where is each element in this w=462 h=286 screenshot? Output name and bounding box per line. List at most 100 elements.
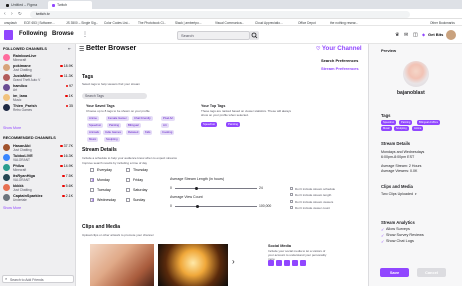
more-icon[interactable]: ⋮ [82, 31, 88, 38]
show-more-recommended-link[interactable]: Show More [3, 206, 21, 210]
get-bits-button[interactable]: Get Bits [428, 32, 443, 37]
channel-item[interactable]: pokimane Just Chatting 18.9K [3, 64, 73, 73]
tag-pill[interactable]: Relaxed [126, 130, 141, 135]
tag-pill[interactable]: Art [161, 123, 169, 128]
nav-following[interactable]: Following [19, 31, 47, 37]
inbox-icon[interactable]: ✉ [404, 32, 408, 38]
tiktok-icon[interactable] [300, 260, 306, 266]
back-icon[interactable]: ‹ [4, 11, 6, 17]
clips-dropdown[interactable]: Two Clips Uploaded ▾ [381, 191, 423, 198]
stream-preferences-link[interactable]: Stream Preferences [321, 66, 359, 71]
tag-pill[interactable]: Anime [87, 116, 99, 121]
channel-item[interactable]: itsRyanHiga VALORANT 7.5K [3, 174, 73, 183]
tag-pill[interactable]: Sculpting [104, 137, 120, 142]
channel-item[interactable]: Philza Minecraft 14.9K [3, 164, 73, 173]
day-checkbox-saturday[interactable] [126, 188, 130, 192]
channel-game: Art [13, 88, 18, 93]
instagram-icon[interactable] [268, 260, 274, 266]
notifications-icon[interactable]: ◫ [413, 32, 418, 38]
channel-item[interactable]: JustaMimi Grand Theft Auto V 11.3K [3, 74, 73, 83]
crown-icon[interactable]: ♛ [395, 32, 399, 38]
reload-icon[interactable]: ↻ [18, 11, 22, 17]
length-slider-track[interactable] [175, 188, 257, 189]
day-checkbox-thursday[interactable] [126, 168, 130, 172]
user-avatar[interactable] [446, 30, 456, 40]
bookmark[interactable]: Color Codes List... [104, 21, 130, 25]
day-checkbox-everyday[interactable] [90, 168, 94, 172]
channel-item[interactable]: RainbowLive Minecraft [3, 54, 73, 63]
top-tag-pill[interactable]: Painting [226, 122, 241, 127]
show-more-followed-link[interactable]: Show More [3, 126, 21, 130]
facebook-icon[interactable] [276, 260, 282, 266]
nav-browse[interactable]: Browse [52, 31, 74, 37]
bookmark[interactable]: unsplash [4, 21, 17, 25]
preview-avg-viewers: Average Viewers: 0.0K [381, 169, 418, 173]
tag-pill[interactable]: Indie Games [103, 130, 123, 135]
channel-item[interactable]: kkkkk Just Chatting 5.6K [3, 184, 73, 193]
tag-pill[interactable]: Female Gamer [106, 116, 129, 121]
tag-pill[interactable]: Painting [107, 123, 122, 128]
day-checkbox-monday[interactable] [90, 178, 94, 184]
cancel-button[interactable]: Cancel [417, 268, 446, 277]
tag-pill[interactable]: Kids [143, 130, 153, 135]
clip-thumbnail[interactable] [90, 244, 154, 286]
search-preferences-link[interactable]: Search Preferences [321, 58, 358, 63]
search-input[interactable]: Search [177, 31, 250, 40]
bookmark[interactable]: Cloud Appreciatio... [255, 21, 283, 25]
channel-item[interactable]: Thien_Parish Retro Games 35 [3, 104, 73, 113]
bookmark[interactable]: JS 3500 – Single Sig... [66, 21, 98, 25]
tag-pill[interactable]: Music [87, 137, 99, 142]
top-tags-help: These tags are ranked based on viewer st… [201, 109, 291, 117]
tag-pill[interactable]: Speedrun [87, 123, 104, 128]
search-button[interactable] [250, 31, 259, 40]
day-checkbox-sunday[interactable] [126, 198, 130, 202]
day-checkbox-tuesday[interactable] [90, 188, 94, 192]
bookmark[interactable]: The Photobook Cl... [138, 21, 166, 25]
bookmark[interactable]: Other Bookmarks [430, 21, 455, 25]
channel-item[interactable]: im_lana Music 1K [3, 94, 73, 103]
day-checkbox-wednesday[interactable] [90, 198, 94, 204]
top-tag-pill[interactable]: Speedrun [201, 122, 218, 127]
menu-icon[interactable]: ☰ [79, 46, 84, 53]
tag-search-input[interactable]: Search Tags [82, 93, 147, 99]
channel-item[interactable]: HasanAbi Just Chatting 37.7K [3, 144, 73, 153]
option-checkbox[interactable] [290, 206, 293, 209]
day-checkbox-friday[interactable] [126, 178, 130, 182]
tag-pill[interactable]: Chat Friendly [132, 116, 153, 121]
tag-pill[interactable]: Bilingual [126, 123, 141, 128]
tag-pill[interactable]: Animals [87, 130, 101, 135]
browser-tab-active[interactable]: Twitch [48, 1, 92, 9]
add-friends-input[interactable]: ⌕ Search to Add Friends [2, 275, 74, 283]
browser-tab[interactable]: Untitled – Figma [2, 1, 48, 9]
channel-item[interactable]: CaptainSparklez Undertale 2.1K [3, 194, 73, 203]
add-friends-placeholder: Search to Add Friends [10, 277, 44, 282]
twitch-logo[interactable] [4, 30, 13, 40]
bookmark[interactable]: the nothing resear... [330, 21, 358, 25]
bookmark[interactable]: Visual Communica... [215, 21, 244, 25]
bookmark[interactable]: Slack | ambertpo... [175, 21, 202, 25]
youtube-icon[interactable] [292, 260, 298, 266]
collapse-icon[interactable]: ⇤ [68, 46, 71, 51]
checkmark-icon[interactable]: ✓ [381, 233, 384, 238]
viewers-slider-handle[interactable] [196, 204, 200, 208]
length-slider-handle[interactable] [194, 186, 198, 190]
url-field[interactable]: twitch.tv [30, 10, 410, 18]
channel-item[interactable]: TubboLIVE VALORANT 16.3K [3, 154, 73, 163]
your-channel-link[interactable]: ♡ Your Channel [316, 45, 362, 52]
channel-item[interactable]: hamlico Art 97 [3, 84, 73, 93]
bookmark[interactable]: ECE 653 | Software... [24, 21, 55, 25]
option-checkbox[interactable] [290, 200, 293, 203]
clip-thumbnail[interactable] [158, 244, 228, 286]
save-button[interactable]: Save [380, 268, 409, 277]
forward-icon[interactable]: › [11, 11, 13, 17]
tag-pill[interactable]: Pixel Art [161, 116, 176, 121]
option-checkbox[interactable] [290, 187, 293, 190]
tag-pill[interactable]: Cooking [160, 130, 175, 135]
viewers-slider-track[interactable] [175, 206, 257, 207]
bookmark[interactable]: Office Depot [298, 21, 316, 25]
option-checkbox[interactable] [290, 193, 293, 196]
chevron-right-icon[interactable]: › [232, 257, 235, 266]
twitter-icon[interactable] [284, 260, 290, 266]
checkmark-icon[interactable]: ✓ [381, 239, 384, 244]
checkmark-icon[interactable]: ✓ [381, 227, 384, 232]
